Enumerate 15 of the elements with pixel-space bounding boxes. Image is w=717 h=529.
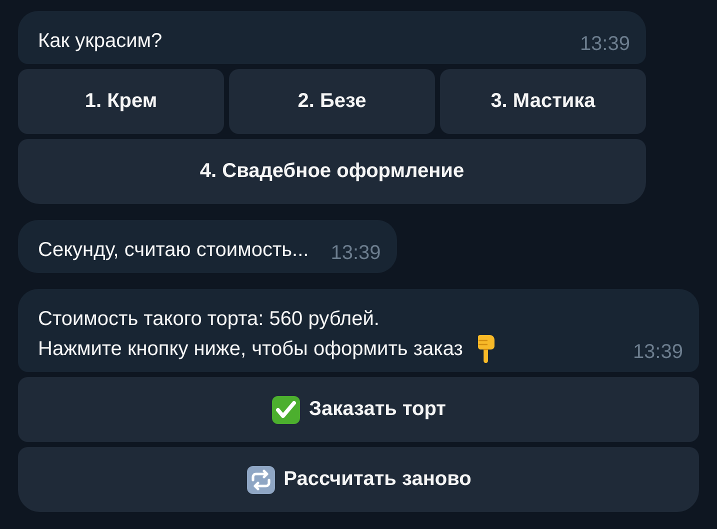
keyboard-button[interactable]: Рассчитать заново xyxy=(18,447,699,512)
repeat-icon xyxy=(246,464,276,494)
message-text: Нажмите кнопку ниже, чтобы оформить заказ xyxy=(38,337,463,362)
keyboard-button[interactable]: 2. Безе xyxy=(229,69,435,134)
keyboard-button[interactable]: 3. Мастика xyxy=(440,69,646,134)
message-text: Секунду, считаю стоимость... xyxy=(38,238,309,263)
keyboard-button[interactable]: Заказать торт xyxy=(18,377,699,442)
message-text: Как украсим? xyxy=(38,29,162,54)
message-time: 13:39 xyxy=(632,340,683,364)
message-text: Стоимость такого торта: 560 рублей. xyxy=(38,307,380,332)
keyboard-button[interactable]: 4. Свадебное оформление xyxy=(18,139,646,204)
message-time: 13:39 xyxy=(330,241,381,265)
check-icon xyxy=(271,394,301,424)
message-time: 13:39 xyxy=(578,32,630,56)
keyboard-button[interactable]: 1. Крем xyxy=(18,69,224,134)
